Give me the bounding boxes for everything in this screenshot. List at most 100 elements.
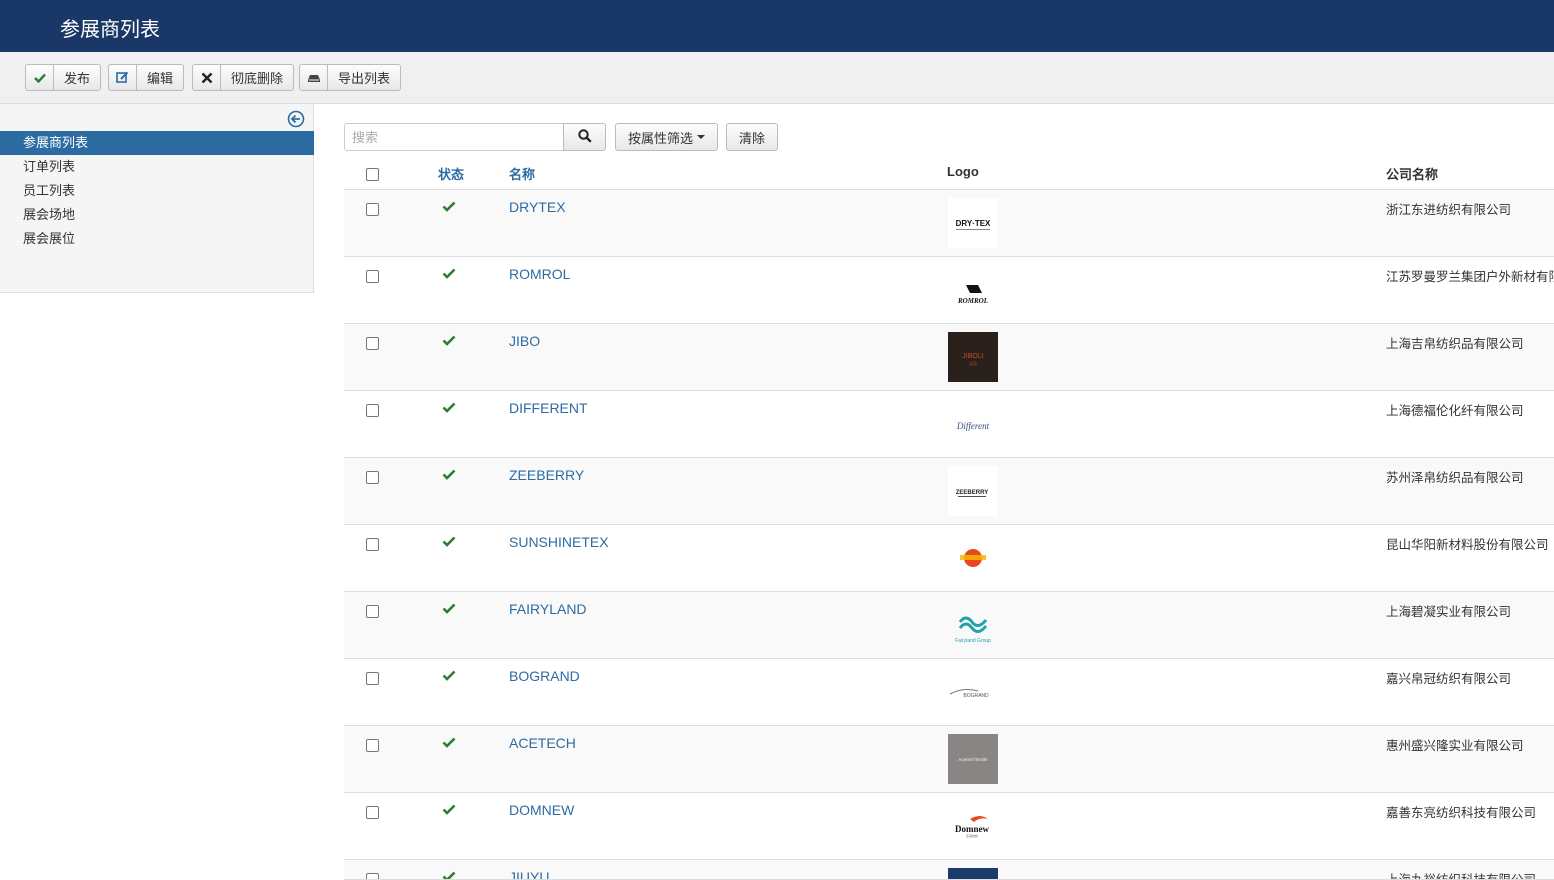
close-icon bbox=[193, 65, 221, 90]
page-title: 参展商列表 bbox=[60, 19, 160, 41]
exhibitor-logo bbox=[948, 868, 998, 879]
export-button[interactable]: 导出列表 bbox=[299, 64, 402, 91]
column-logo: Logo bbox=[947, 164, 979, 179]
caret-down-icon bbox=[697, 135, 705, 139]
company-name: 惠州盛兴隆实业有限公司 bbox=[1386, 739, 1524, 753]
table-row: ACETECH AcetechTextile 惠州盛兴隆实业有限公司 bbox=[344, 726, 1554, 793]
exhibitor-name-link[interactable]: ROMROL bbox=[509, 266, 570, 282]
company-name: 上海德福伦化纤有限公司 bbox=[1386, 404, 1524, 418]
published-check-icon[interactable] bbox=[442, 200, 456, 215]
row-checkbox[interactable] bbox=[366, 203, 379, 216]
edit-icon bbox=[109, 65, 137, 90]
check-icon bbox=[26, 65, 54, 90]
edit-label: 编辑 bbox=[147, 71, 174, 86]
row-checkbox[interactable] bbox=[366, 337, 379, 350]
row-checkbox[interactable] bbox=[366, 672, 379, 685]
svg-text:JIBOLI: JIBOLI bbox=[962, 353, 983, 360]
row-checkbox[interactable] bbox=[366, 605, 379, 618]
published-check-icon[interactable] bbox=[442, 602, 456, 617]
delete-button[interactable]: 彻底删除 bbox=[192, 64, 295, 91]
company-name: 上海吉帛纺织品有限公司 bbox=[1386, 337, 1524, 351]
exhibitor-logo: DRY·TEX bbox=[948, 198, 998, 248]
published-check-icon[interactable] bbox=[442, 468, 456, 483]
table-row: DRYTEX DRY·TEX 浙江东进纺织有限公司 bbox=[344, 190, 1554, 257]
row-checkbox[interactable] bbox=[366, 739, 379, 752]
row-checkbox[interactable] bbox=[366, 538, 379, 551]
company-name: 嘉兴帛冠纺织有限公司 bbox=[1386, 672, 1512, 686]
page-header: 参展商列表 bbox=[0, 0, 1554, 52]
table-row: FAIRYLAND Fairyland Group 上海碧凝实业有限公司 bbox=[344, 592, 1554, 659]
search-button[interactable] bbox=[563, 123, 606, 151]
published-check-icon[interactable] bbox=[442, 267, 456, 282]
exhibitor-name-link[interactable]: ZEEBERRY bbox=[509, 467, 584, 483]
exhibitor-name-link[interactable]: JIBO bbox=[509, 333, 540, 349]
exhibitor-name-link[interactable]: SUNSHINETEX bbox=[509, 534, 609, 550]
exhibitor-name-link[interactable]: FAIRYLAND bbox=[509, 601, 587, 617]
exhibitor-logo: Different bbox=[948, 399, 998, 449]
exhibitor-logo: Fairyland Group bbox=[948, 600, 998, 650]
svg-text:吉帛: 吉帛 bbox=[969, 360, 977, 366]
published-check-icon[interactable] bbox=[442, 736, 456, 751]
table-header: 状态 名称 Logo 公司名称 bbox=[344, 155, 1554, 190]
svg-text:DRY·TEX: DRY·TEX bbox=[956, 219, 991, 228]
svg-text:Different: Different bbox=[956, 421, 990, 431]
table-row: DOMNEW Domnew 东亮纺织 嘉善东亮纺织科技有限公司 bbox=[344, 793, 1554, 860]
row-checkbox[interactable] bbox=[366, 806, 379, 819]
svg-text:ROMROL: ROMROL bbox=[957, 297, 988, 305]
published-check-icon[interactable] bbox=[442, 803, 456, 818]
sidebar-item-staff[interactable]: 员工列表 bbox=[0, 179, 314, 203]
exhibitor-name-link[interactable]: DRYTEX bbox=[509, 199, 566, 215]
published-check-icon[interactable] bbox=[442, 535, 456, 550]
row-checkbox[interactable] bbox=[366, 404, 379, 417]
row-checkbox[interactable] bbox=[366, 873, 379, 879]
sidebar-item-orders[interactable]: 订单列表 bbox=[0, 155, 314, 179]
company-name: 浙江东进纺织有限公司 bbox=[1386, 203, 1512, 217]
clear-button[interactable]: 清除 bbox=[726, 123, 778, 151]
column-status[interactable]: 状态 bbox=[438, 164, 464, 183]
exhibitor-logo: Domnew 东亮纺织 bbox=[948, 801, 998, 851]
edit-button[interactable]: 编辑 bbox=[108, 64, 185, 91]
svg-text:ZEEBERRY: ZEEBERRY bbox=[956, 490, 988, 496]
exhibitor-logo: BOGRAND bbox=[948, 667, 998, 717]
published-check-icon[interactable] bbox=[442, 334, 456, 349]
sidebar-item-booths[interactable]: 展会展位 bbox=[0, 227, 314, 251]
exhibitor-logo: AcetechTextile bbox=[948, 734, 998, 784]
column-name[interactable]: 名称 bbox=[509, 164, 535, 183]
exhibitor-name-link[interactable]: ACETECH bbox=[509, 735, 576, 751]
published-check-icon[interactable] bbox=[442, 669, 456, 684]
select-all-checkbox[interactable] bbox=[366, 168, 379, 181]
filter-dropdown-button[interactable]: 按属性筛选 bbox=[615, 123, 718, 151]
exhibitor-name-link[interactable]: BOGRAND bbox=[509, 668, 580, 684]
delete-label: 彻底删除 bbox=[231, 71, 284, 86]
exhibitor-name-link[interactable]: DIFFERENT bbox=[509, 400, 588, 416]
table-row: JIUYU 上海九裕纺织科技有限公司 bbox=[344, 860, 1554, 880]
exhibitor-logo: ZEEBERRY bbox=[948, 466, 998, 516]
row-checkbox[interactable] bbox=[366, 270, 379, 283]
search-icon bbox=[577, 128, 592, 146]
sidebar-item-venues[interactable]: 展会场地 bbox=[0, 203, 314, 227]
company-name: 昆山华阳新材料股份有限公司 bbox=[1386, 538, 1549, 552]
exhibitor-name-link[interactable]: DOMNEW bbox=[509, 802, 574, 818]
exhibitor-logo: ROMROL bbox=[948, 265, 998, 315]
table-row: ZEEBERRY ZEEBERRY 苏州泽帛纺织品有限公司 bbox=[344, 458, 1554, 525]
svg-text:AcetechTextile: AcetechTextile bbox=[958, 757, 988, 762]
row-checkbox[interactable] bbox=[366, 471, 379, 484]
publish-label: 发布 bbox=[64, 71, 91, 86]
published-check-icon[interactable] bbox=[442, 401, 456, 416]
company-name: 上海九裕纺织科技有限公司 bbox=[1386, 873, 1537, 880]
publish-button[interactable]: 发布 bbox=[25, 64, 102, 91]
sidebar-item-exhibitors[interactable]: 参展商列表 bbox=[0, 131, 314, 155]
svg-text:东亮纺织: 东亮纺织 bbox=[966, 833, 978, 838]
published-check-icon[interactable] bbox=[442, 870, 456, 879]
table-row: SUNSHINETEX 昆山华阳新材料股份有限公司 bbox=[344, 525, 1554, 592]
table-row: JIBO JIBOLI 吉帛 上海吉帛纺织品有限公司 bbox=[344, 324, 1554, 391]
table-row: BOGRAND BOGRAND 嘉兴帛冠纺织有限公司 bbox=[344, 659, 1554, 726]
sidebar: 参展商列表 订单列表 员工列表 展会场地 展会展位 bbox=[0, 104, 314, 293]
exhibitor-name-link[interactable]: JIUYU bbox=[509, 869, 549, 879]
company-name: 苏州泽帛纺织品有限公司 bbox=[1386, 471, 1524, 485]
toolbar: 发布 编辑 彻底删除 导出列表 bbox=[0, 52, 1554, 104]
search-input[interactable] bbox=[344, 123, 564, 151]
collapse-sidebar-icon[interactable] bbox=[287, 110, 305, 128]
column-company: 公司名称 bbox=[1386, 167, 1439, 182]
company-name: 上海碧凝实业有限公司 bbox=[1386, 605, 1512, 619]
